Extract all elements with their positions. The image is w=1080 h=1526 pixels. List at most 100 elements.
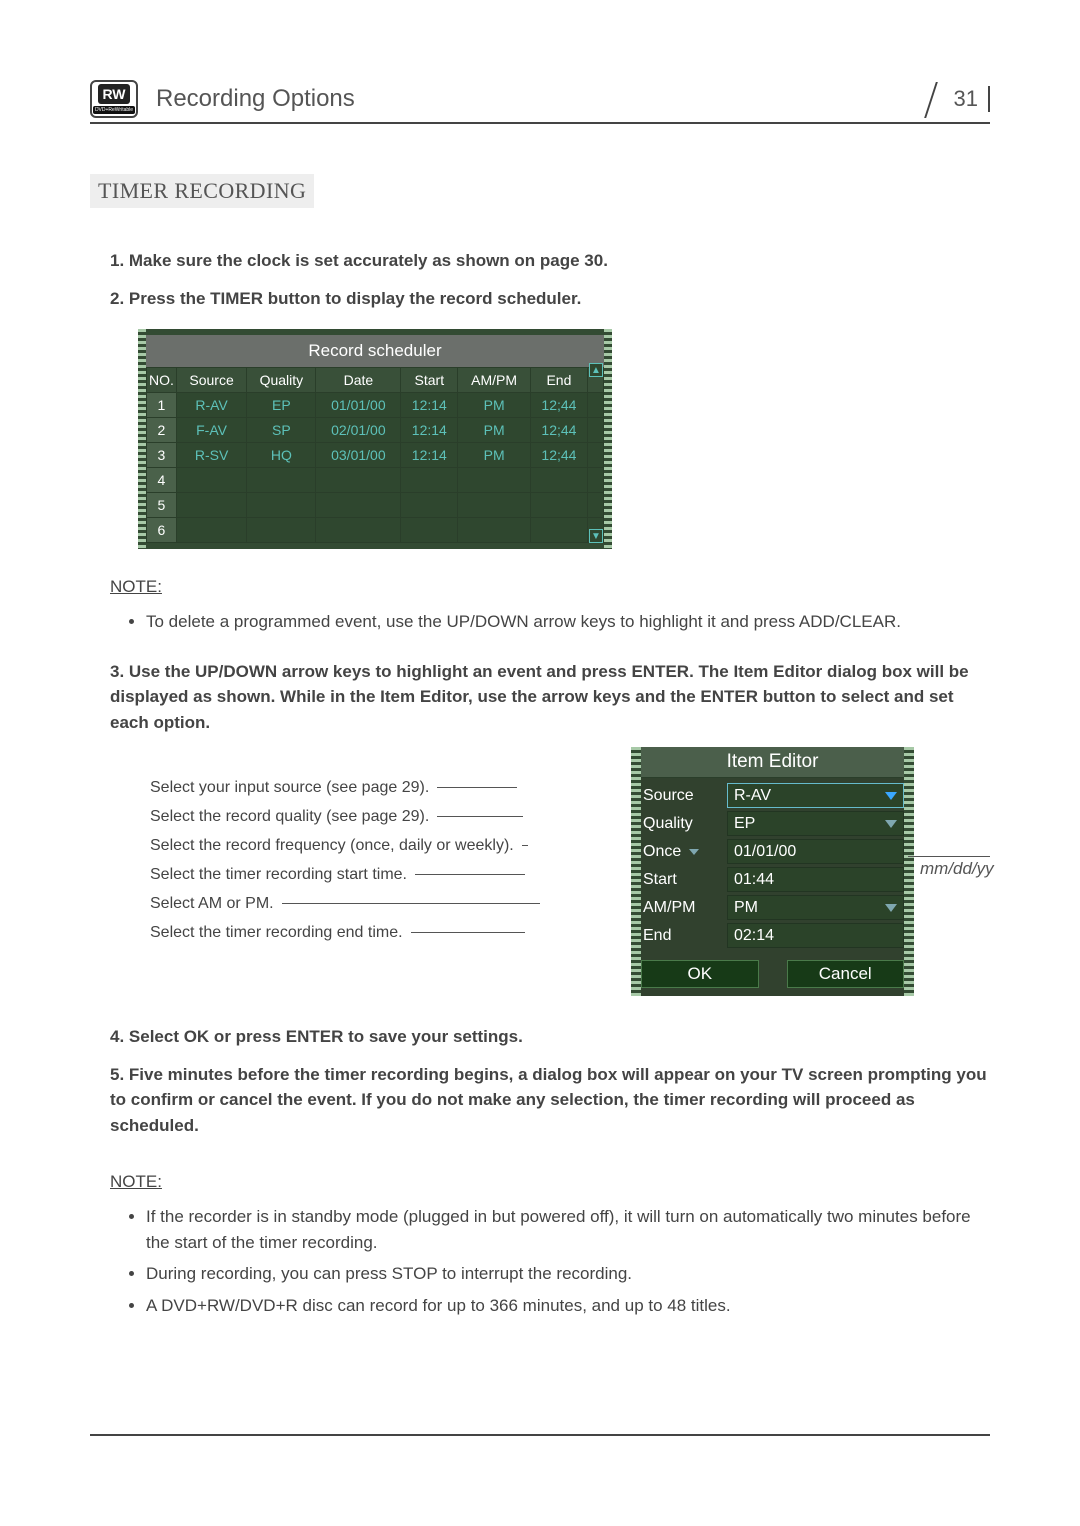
editor-label-start: Select the timer recording start time. — [150, 860, 625, 889]
editor-label-ampm: Select AM or PM. — [150, 889, 625, 918]
rw-badge: RW DVD+ReWritable — [90, 80, 138, 118]
ie-row-end[interactable]: End 02:14 — [641, 922, 904, 949]
cancel-button[interactable]: Cancel — [787, 960, 905, 988]
ie-value-quality[interactable]: EP — [727, 811, 904, 836]
cell-no: 6 — [147, 518, 177, 543]
item-editor-title: Item Editor — [641, 747, 904, 778]
cell-start: 12:14 — [401, 418, 458, 443]
cell-start — [401, 468, 458, 493]
cell-date: 02/01/00 — [316, 418, 401, 443]
col-source: Source — [176, 368, 246, 393]
page-title: Recording Options — [148, 85, 948, 113]
page-number: 31 — [948, 86, 984, 111]
cell-date: 03/01/00 — [316, 443, 401, 468]
ie-value-ampm[interactable]: PM — [727, 895, 904, 920]
cell-source: R-SV — [176, 443, 246, 468]
cell-source — [176, 518, 246, 543]
cell-ampm — [458, 493, 531, 518]
table-row[interactable]: 4 — [147, 468, 604, 493]
ie-row-source[interactable]: Source R-AV — [641, 782, 904, 809]
cell-no: 2 — [147, 418, 177, 443]
scheduler-scrollbar[interactable]: ▲ ▼ — [588, 363, 604, 543]
chevron-down-icon[interactable] — [885, 820, 897, 828]
table-row[interactable]: 6 — [147, 518, 604, 543]
step-2: 2. Press the TIMER button to display the… — [110, 286, 990, 312]
ok-button[interactable]: OK — [641, 960, 759, 988]
table-row[interactable]: 1R-AVEP01/01/0012:14PM12;44 — [147, 393, 604, 418]
note-label-1: NOTE: — [110, 577, 990, 597]
scroll-down-icon[interactable]: ▼ — [589, 529, 603, 543]
ie-row-start[interactable]: Start 01:44 — [641, 866, 904, 893]
rw-badge-sub: DVD+ReWritable — [93, 106, 135, 114]
note2-item: If the recorder is in standby mode (plug… — [146, 1204, 990, 1255]
col-quality: Quality — [247, 368, 316, 393]
col-start: Start — [401, 368, 458, 393]
ie-label-source: Source — [641, 787, 727, 805]
cell-ampm — [458, 518, 531, 543]
record-scheduler: Record scheduler NO. Source Quality Date… — [140, 329, 610, 549]
scroll-up-icon[interactable]: ▲ — [589, 363, 603, 377]
note2-list: If the recorder is in standby mode (plug… — [110, 1204, 990, 1318]
col-end: End — [530, 368, 587, 393]
note2-item: A DVD+RW/DVD+R disc can record for up to… — [146, 1293, 990, 1319]
cell-start: 12:14 — [401, 393, 458, 418]
cell-end — [530, 493, 587, 518]
editor-label-frequency: Select the record frequency (once, daily… — [150, 831, 625, 860]
cell-end — [530, 518, 587, 543]
cell-source: R-AV — [176, 393, 246, 418]
table-row[interactable]: 2F-AVSP02/01/0012:14PM12;44 — [147, 418, 604, 443]
ie-label-quality: Quality — [641, 815, 727, 833]
cell-date — [316, 468, 401, 493]
table-row[interactable]: 3R-SVHQ03/01/0012:14PM12;44 — [147, 443, 604, 468]
ie-label-start: Start — [641, 871, 727, 889]
ie-value-frequency[interactable]: 01/01/00 — [727, 839, 904, 864]
ie-label-end: End — [641, 927, 727, 945]
cell-date — [316, 493, 401, 518]
cell-no: 1 — [147, 393, 177, 418]
cell-ampm: PM — [458, 443, 531, 468]
cell-quality: EP — [247, 393, 316, 418]
date-format-note: mm/dd/yy — [920, 856, 990, 879]
cell-quality — [247, 468, 316, 493]
col-ampm: AM/PM — [458, 368, 531, 393]
note-label-2: NOTE: — [110, 1172, 990, 1192]
cell-date: 01/01/00 — [316, 393, 401, 418]
ie-value-end[interactable]: 02:14 — [727, 923, 904, 948]
editor-label-quality: Select the record quality (see page 29). — [150, 802, 625, 831]
ie-row-frequency[interactable]: Once 01/01/00 — [641, 838, 904, 865]
content: 1. Make sure the clock is set accurately… — [90, 248, 990, 1318]
step-4: 4. Select OK or press ENTER to save your… — [110, 1024, 990, 1050]
ie-value-source[interactable]: R-AV — [727, 783, 904, 808]
cell-end — [530, 468, 587, 493]
section-label: TIMER RECORDING — [90, 174, 314, 208]
note1-list: To delete a programmed event, use the UP… — [110, 609, 990, 635]
cell-start — [401, 493, 458, 518]
ie-row-quality[interactable]: Quality EP — [641, 810, 904, 837]
cell-quality — [247, 493, 316, 518]
cell-start: 12:14 — [401, 443, 458, 468]
cell-no: 3 — [147, 443, 177, 468]
chevron-down-icon[interactable] — [885, 792, 897, 800]
cell-no: 4 — [147, 468, 177, 493]
ie-value-start[interactable]: 01:44 — [727, 867, 904, 892]
cell-no: 5 — [147, 493, 177, 518]
ie-row-ampm[interactable]: AM/PM PM — [641, 894, 904, 921]
step-3: 3. Use the UP/DOWN arrow keys to highlig… — [110, 659, 990, 736]
cell-start — [401, 518, 458, 543]
chevron-down-icon[interactable] — [689, 849, 699, 855]
cell-end: 12;44 — [530, 418, 587, 443]
table-row[interactable]: 5 — [147, 493, 604, 518]
cell-ampm: PM — [458, 393, 531, 418]
scheduler-title: Record scheduler — [146, 335, 604, 367]
editor-label-end: Select the timer recording end time. — [150, 918, 625, 947]
page-header: RW DVD+ReWritable Recording Options 31 — [90, 80, 990, 124]
step-1: 1. Make sure the clock is set accurately… — [110, 248, 990, 274]
col-no: NO. — [147, 368, 177, 393]
cell-ampm — [458, 468, 531, 493]
cell-quality — [247, 518, 316, 543]
col-date: Date — [316, 368, 401, 393]
chevron-down-icon[interactable] — [885, 904, 897, 912]
scheduler-table: NO. Source Quality Date Start AM/PM End … — [146, 367, 604, 543]
cell-source — [176, 493, 246, 518]
cell-end: 12;44 — [530, 443, 587, 468]
